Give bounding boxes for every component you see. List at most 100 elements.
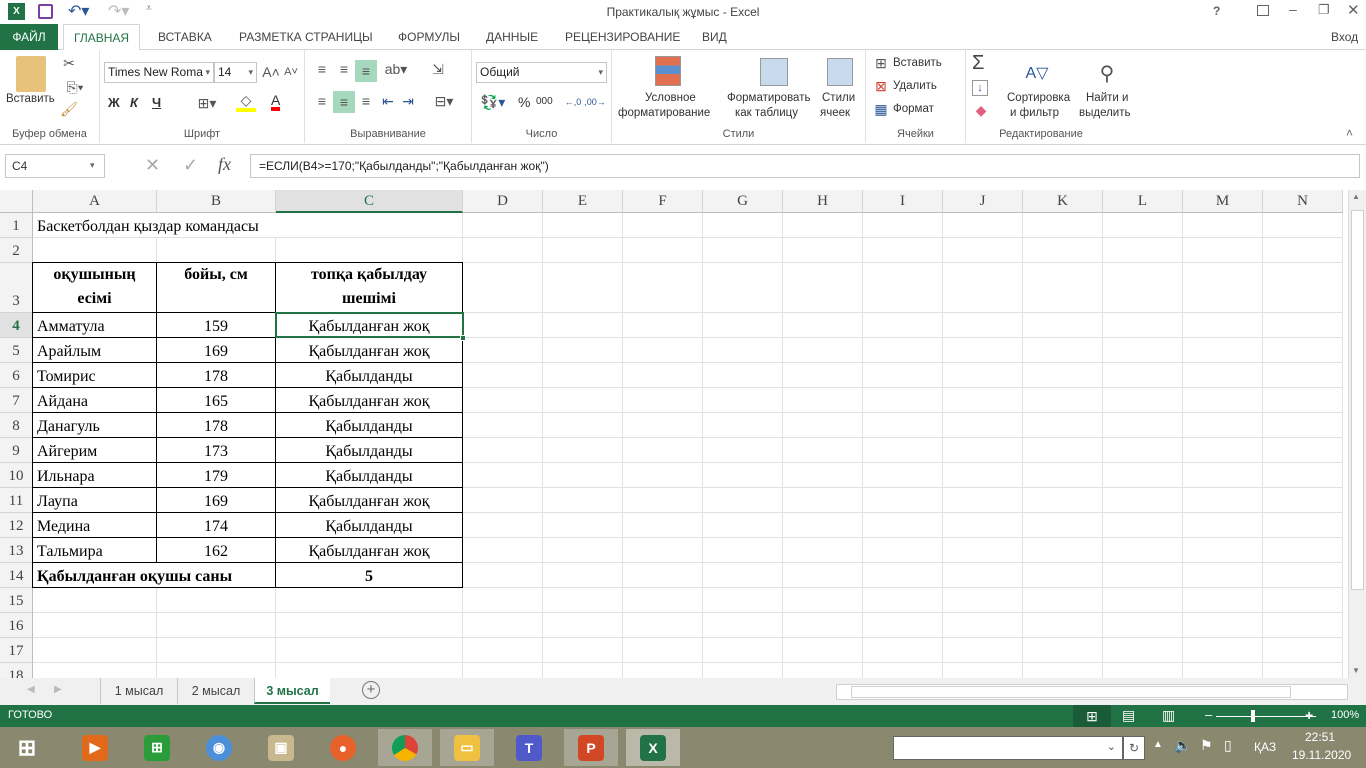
- worksheet-grid[interactable]: A B C D E F G H I J K L M N 1 2 3 4 5 6 7 8 9 10 11 12 13 14 15 16 17 1…: [0, 190, 1348, 678]
- cell[interactable]: [1103, 238, 1183, 263]
- cell[interactable]: [1183, 338, 1263, 363]
- column-header-F[interactable]: F: [623, 190, 703, 213]
- tab-view[interactable]: ВИД: [692, 24, 737, 50]
- decision-cell[interactable]: Қабылданды: [275, 362, 463, 388]
- cell[interactable]: [1263, 313, 1343, 338]
- cell[interactable]: [1183, 413, 1263, 438]
- taskbar-teams[interactable]: T: [502, 729, 556, 766]
- cell[interactable]: [1023, 413, 1103, 438]
- formula-input[interactable]: =ЕСЛИ(B4>=170;"Қабылданды";"Қабылданған …: [250, 154, 1360, 178]
- conditional-formatting-line1[interactable]: Условное: [645, 92, 696, 104]
- cell[interactable]: [1103, 313, 1183, 338]
- cell[interactable]: [943, 463, 1023, 488]
- cell[interactable]: [783, 238, 863, 263]
- cell[interactable]: [1183, 438, 1263, 463]
- cell[interactable]: [1183, 363, 1263, 388]
- cell[interactable]: [1183, 488, 1263, 513]
- align-top-icon[interactable]: ≡: [313, 60, 331, 78]
- cell[interactable]: [783, 613, 863, 638]
- cell[interactable]: [463, 638, 543, 663]
- cell[interactable]: [157, 638, 276, 663]
- cell[interactable]: [1103, 363, 1183, 388]
- zoom-out-button[interactable]: –: [1205, 707, 1212, 722]
- increase-decimal-icon[interactable]: ←,0: [564, 92, 582, 112]
- address-toolbar-input[interactable]: ⌄: [893, 736, 1123, 760]
- paste-button[interactable]: Вставить: [6, 93, 55, 105]
- cell[interactable]: [943, 513, 1023, 538]
- italic-button[interactable]: К: [130, 95, 138, 110]
- prev-sheet-icon[interactable]: ◀: [27, 684, 35, 695]
- cell[interactable]: [623, 563, 703, 588]
- cell[interactable]: [1183, 613, 1263, 638]
- row-header-7[interactable]: 7: [0, 388, 33, 413]
- cell[interactable]: [543, 238, 623, 263]
- cell[interactable]: [783, 638, 863, 663]
- cell[interactable]: [623, 363, 703, 388]
- cell[interactable]: [943, 588, 1023, 613]
- cell[interactable]: [1103, 663, 1183, 678]
- cell[interactable]: [703, 388, 783, 413]
- cell[interactable]: [157, 588, 276, 613]
- cell[interactable]: [863, 463, 943, 488]
- cell[interactable]: [783, 488, 863, 513]
- action-center-flag-icon[interactable]: ⚑: [1200, 737, 1213, 754]
- sheet-tab-1[interactable]: 1 мысал: [100, 678, 177, 704]
- cell[interactable]: [623, 438, 703, 463]
- cell[interactable]: [783, 663, 863, 678]
- scrollbar-thumb[interactable]: [851, 686, 1291, 698]
- cell[interactable]: [463, 263, 543, 313]
- cell[interactable]: [943, 263, 1023, 313]
- cell[interactable]: [623, 213, 703, 238]
- font-size-select[interactable]: 14: [214, 62, 257, 83]
- cell[interactable]: [463, 238, 543, 263]
- cell[interactable]: [1103, 588, 1183, 613]
- cell[interactable]: [1183, 213, 1263, 238]
- find-select-line1[interactable]: Найти и: [1086, 92, 1128, 104]
- cell-styles-line2[interactable]: ячеек: [820, 107, 850, 119]
- input-language[interactable]: ҚАЗ: [1254, 740, 1276, 754]
- cell[interactable]: [157, 663, 276, 678]
- cell[interactable]: [623, 488, 703, 513]
- row-header-1[interactable]: 1: [0, 213, 33, 238]
- height-cell[interactable]: 159: [156, 312, 276, 338]
- cell[interactable]: [943, 388, 1023, 413]
- start-button[interactable]: ⊞: [0, 729, 54, 766]
- page-layout-view-icon[interactable]: ▤: [1122, 707, 1135, 724]
- cell-styles-line1[interactable]: Стили: [822, 92, 855, 104]
- cell[interactable]: [543, 438, 623, 463]
- find-select-line2[interactable]: выделить: [1079, 107, 1131, 119]
- table-header-cell[interactable]: топқа қабылдау шешімі: [275, 262, 463, 313]
- cell[interactable]: [863, 338, 943, 363]
- decision-cell[interactable]: Қабылданды: [275, 412, 463, 438]
- row-header-17[interactable]: 17: [0, 638, 33, 663]
- height-cell[interactable]: 174: [156, 512, 276, 538]
- align-right-icon[interactable]: ≡: [357, 92, 375, 110]
- cell[interactable]: [543, 538, 623, 563]
- cell[interactable]: [276, 238, 463, 263]
- cell[interactable]: [543, 313, 623, 338]
- cell[interactable]: [863, 388, 943, 413]
- cell[interactable]: [1263, 663, 1343, 678]
- cell[interactable]: [703, 488, 783, 513]
- show-hidden-icons[interactable]: ▲: [1153, 739, 1163, 750]
- height-cell[interactable]: 165: [156, 387, 276, 413]
- cell[interactable]: [543, 413, 623, 438]
- name-cell[interactable]: Амматула: [32, 312, 157, 338]
- cell[interactable]: [703, 513, 783, 538]
- cell[interactable]: [276, 663, 463, 678]
- cell[interactable]: [863, 538, 943, 563]
- cell[interactable]: [1103, 613, 1183, 638]
- volume-icon[interactable]: 🔈: [1174, 737, 1191, 754]
- total-label[interactable]: Қабылданған оқушы саны: [32, 562, 276, 588]
- cell[interactable]: [1263, 613, 1343, 638]
- cell[interactable]: [1023, 638, 1103, 663]
- cell[interactable]: [1023, 513, 1103, 538]
- name-cell[interactable]: Айдана: [32, 387, 157, 413]
- cell[interactable]: [703, 563, 783, 588]
- power-icon[interactable]: ▯: [1224, 737, 1232, 754]
- cell[interactable]: [943, 563, 1023, 588]
- cell[interactable]: [703, 363, 783, 388]
- cell[interactable]: [463, 563, 543, 588]
- taskbar-app-scanner[interactable]: ▣: [254, 729, 308, 766]
- cell[interactable]: [1103, 488, 1183, 513]
